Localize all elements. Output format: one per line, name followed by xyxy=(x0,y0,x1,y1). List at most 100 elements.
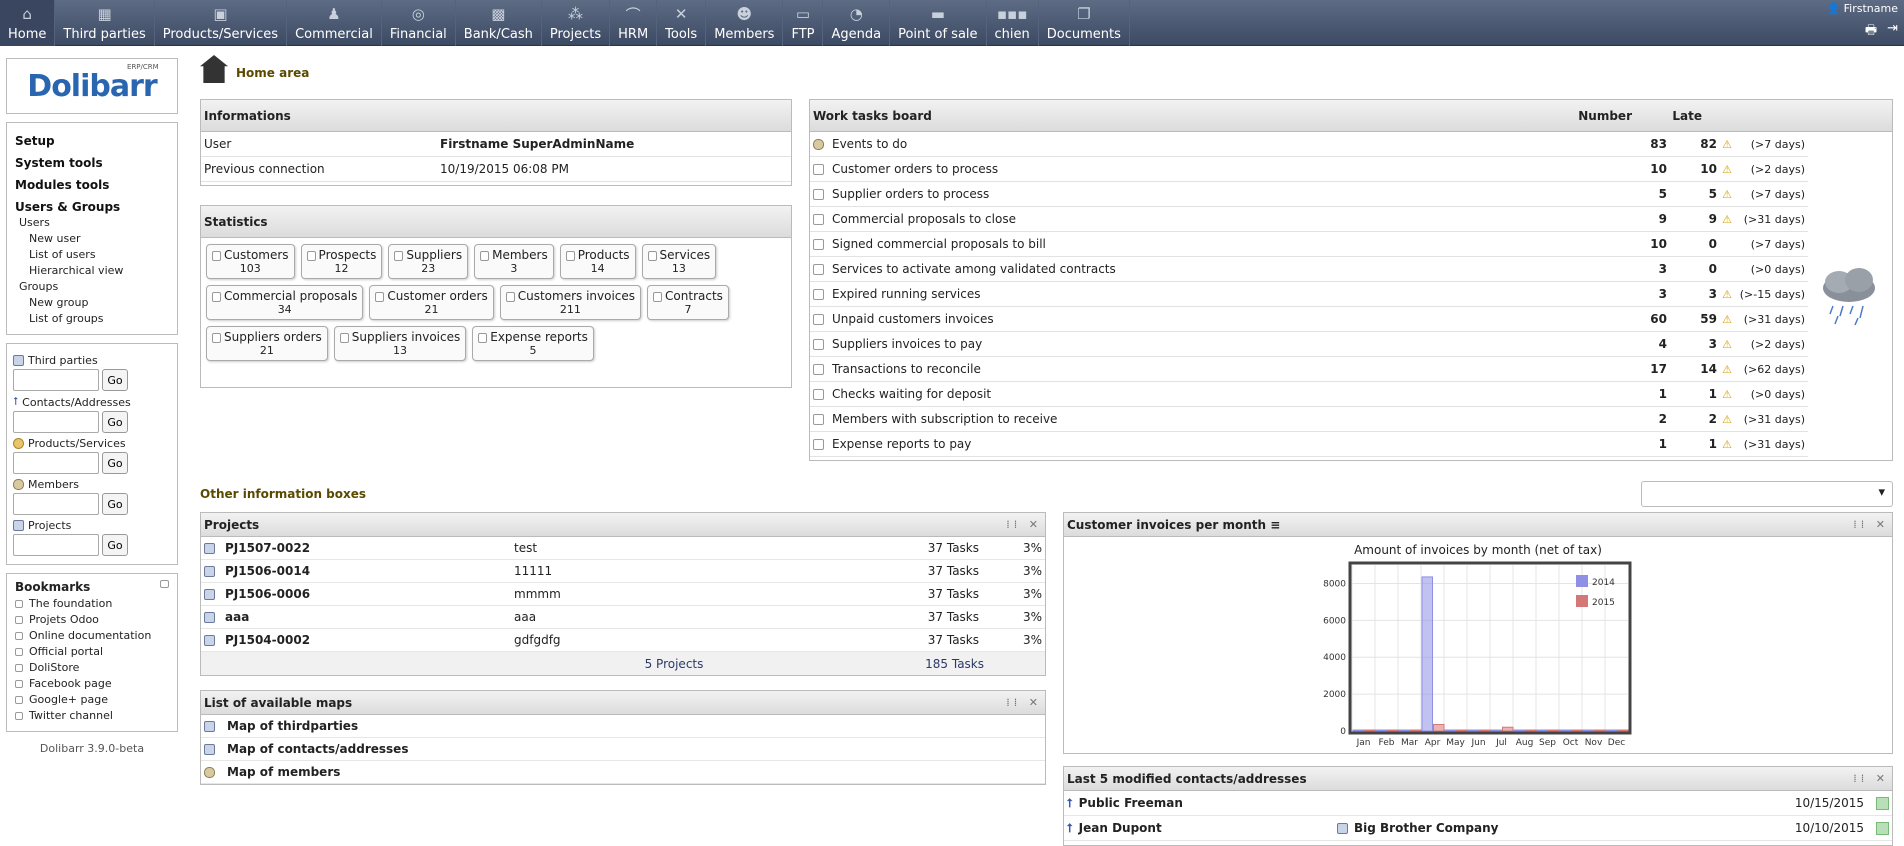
search-contacts-input[interactable] xyxy=(13,411,99,433)
task-label[interactable]: Signed commercial proposals to bill xyxy=(832,237,1046,251)
topmenu-projects[interactable]: ⁂ Projects xyxy=(542,0,611,46)
task-number[interactable]: 60 xyxy=(1607,312,1667,326)
topmenu-members[interactable]: ☻ Members xyxy=(706,0,784,46)
stat-customers-invoices[interactable]: Customers invoices 211 xyxy=(499,285,642,320)
task-number[interactable]: 10 xyxy=(1607,162,1667,176)
task-row[interactable]: Expired running services 3 3 ⚠ (>-15 days) xyxy=(810,282,1808,307)
task-late[interactable]: 5 xyxy=(1667,187,1717,201)
search-third-go[interactable]: Go xyxy=(102,369,128,391)
contact-name[interactable]: Jean Dupont xyxy=(1079,821,1162,835)
menu-setup[interactable]: Setup xyxy=(15,134,169,148)
task-number[interactable]: 3 xyxy=(1607,262,1667,276)
menu-list-groups[interactable]: List of groups xyxy=(15,312,169,325)
menu-users-groups[interactable]: Users & Groups xyxy=(15,200,169,214)
task-late[interactable]: 9 xyxy=(1667,212,1717,226)
bookmarks-title[interactable]: Bookmarks xyxy=(15,580,90,594)
search-contacts-go[interactable]: Go xyxy=(102,411,128,433)
logo-box[interactable]: Dolibarr ERP/CRM xyxy=(6,58,178,114)
task-row[interactable]: Unpaid customers invoices 60 59 ⚠ (>31 days) xyxy=(810,307,1808,332)
task-row[interactable]: Checks waiting for deposit 1 1 ⚠ (>0 days) xyxy=(810,382,1808,407)
project-ref[interactable]: PJ1504-0002 xyxy=(225,633,310,647)
user-value[interactable]: Firstname SuperAdminName xyxy=(440,137,634,151)
contact-company[interactable]: Big Brother Company xyxy=(1354,821,1498,835)
topmenu-products-services[interactable]: ▣ Products/Services xyxy=(155,0,288,46)
task-label[interactable]: Unpaid customers invoices xyxy=(832,312,994,326)
task-row[interactable]: Members with subscription to receive 2 2 ⚠ (… xyxy=(810,407,1808,432)
stat-products[interactable]: Products 14 xyxy=(559,244,636,279)
search-members-go[interactable]: Go xyxy=(102,493,128,515)
task-number[interactable]: 9 xyxy=(1607,212,1667,226)
task-row[interactable]: Events to do 83 82 ⚠ (>7 days) xyxy=(810,132,1808,157)
topmenu-tools[interactable]: ✕ Tools xyxy=(657,0,707,46)
task-label[interactable]: Events to do xyxy=(832,137,907,151)
task-number[interactable]: 1 xyxy=(1607,437,1667,451)
stat-suppliers-orders[interactable]: Suppliers orders 21 xyxy=(206,326,328,361)
menu-new-group[interactable]: New group xyxy=(15,296,169,309)
topmenu-third-parties[interactable]: ▦ Third parties xyxy=(55,0,155,46)
topmenu-agenda[interactable]: ◔ Agenda xyxy=(823,0,891,46)
project-row[interactable]: aaa aaa 37 Tasks 3% xyxy=(201,606,1045,629)
stat-commercial-proposals[interactable]: Commercial proposals 34 xyxy=(206,285,364,320)
stat-customers[interactable]: Customers 103 xyxy=(206,244,295,279)
bookmark-item[interactable]: Online documentation xyxy=(15,629,169,642)
contact-row[interactable]: ⭡ Jean Dupont Big Brother Company 10/10/201… xyxy=(1064,816,1892,841)
map-label[interactable]: Map of thirdparties xyxy=(227,719,358,733)
search-projects-input[interactable] xyxy=(13,534,99,556)
task-row[interactable]: Transactions to reconcile 17 14 ⚠ (>62 days) xyxy=(810,357,1808,382)
stat-expense-reports[interactable]: Expense reports 5 xyxy=(472,326,594,361)
project-ref[interactable]: PJ1507-0022 xyxy=(225,541,310,555)
menu-system-tools[interactable]: System tools xyxy=(15,156,169,170)
task-late[interactable]: 1 xyxy=(1667,437,1717,451)
task-late[interactable]: 1 xyxy=(1667,387,1717,401)
project-row[interactable]: PJ1504-0002 gdfgdfg 37 Tasks 3% xyxy=(201,629,1045,652)
task-row[interactable]: Signed commercial proposals to bill 10 0 (>… xyxy=(810,232,1808,257)
task-number[interactable]: 83 xyxy=(1607,137,1667,151)
topmenu-financial[interactable]: ◎ Financial xyxy=(382,0,456,46)
task-number[interactable]: 3 xyxy=(1607,287,1667,301)
box-controls-icon[interactable]: ⁞⁞ ✕ xyxy=(1006,696,1042,709)
task-number[interactable]: 17 xyxy=(1607,362,1667,376)
map-row[interactable]: Map of contacts/addresses xyxy=(201,738,1045,761)
search-projects-go[interactable]: Go xyxy=(102,534,128,556)
stat-suppliers-invoices[interactable]: Suppliers invoices 13 xyxy=(333,326,467,361)
add-box-select[interactable] xyxy=(1641,481,1893,507)
menu-groups[interactable]: Groups xyxy=(15,280,169,293)
stat-contracts[interactable]: Contracts 7 xyxy=(647,285,729,320)
task-label[interactable]: Members with subscription to receive xyxy=(832,412,1057,426)
bookmark-item[interactable]: Official portal xyxy=(15,645,169,658)
topmenu-documents[interactable]: ❐ Documents xyxy=(1039,0,1130,46)
project-ref[interactable]: PJ1506-0014 xyxy=(225,564,310,578)
task-late[interactable]: 14 xyxy=(1667,362,1717,376)
map-row[interactable]: Map of members xyxy=(201,761,1045,784)
map-label[interactable]: Map of members xyxy=(227,765,340,779)
box-controls-icon[interactable]: ⁞⁞ ✕ xyxy=(1853,518,1889,531)
project-row[interactable]: PJ1507-0022 test 37 Tasks 3% xyxy=(201,537,1045,560)
task-number[interactable]: 10 xyxy=(1607,237,1667,251)
task-late[interactable]: 0 xyxy=(1667,237,1717,251)
logout-icon[interactable]: ⇥ xyxy=(1887,21,1898,43)
map-label[interactable]: Map of contacts/addresses xyxy=(227,742,408,756)
project-row[interactable]: PJ1506-0014 11111 37 Tasks 3% xyxy=(201,560,1045,583)
contact-row[interactable]: ⭡ Public Freeman 10/15/2015 xyxy=(1064,791,1892,816)
box-controls-icon[interactable]: ⁞⁞ ✕ xyxy=(1006,518,1042,531)
task-row[interactable]: Commercial proposals to close 9 9 ⚠ (>31 day… xyxy=(810,207,1808,232)
bookmark-item[interactable]: The foundation xyxy=(15,597,169,610)
task-row[interactable]: Services to activate among validated con… xyxy=(810,257,1808,282)
project-ref[interactable]: PJ1506-0006 xyxy=(225,587,310,601)
stat-services[interactable]: Services 13 xyxy=(641,244,717,279)
map-row[interactable]: Map of thirdparties xyxy=(201,715,1045,738)
contact-name[interactable]: Public Freeman xyxy=(1079,796,1183,810)
bookmark-item[interactable]: Facebook page xyxy=(15,677,169,690)
task-row[interactable]: Supplier orders to process 5 5 ⚠ (>7 days) xyxy=(810,182,1808,207)
filter-icon[interactable]: ≡ xyxy=(1270,518,1280,532)
stat-customer-orders[interactable]: Customer orders 21 xyxy=(369,285,494,320)
task-row[interactable]: Customer orders to process 10 10 ⚠ (>2 days) xyxy=(810,157,1808,182)
topmenu-commercial[interactable]: ♟ Commercial xyxy=(287,0,382,46)
user-name[interactable]: Firstname xyxy=(1844,2,1898,15)
bookmark-add-icon[interactable] xyxy=(160,580,169,588)
topmenu-hrm[interactable]: ⌒ HRM xyxy=(610,0,658,46)
task-label[interactable]: Suppliers invoices to pay xyxy=(832,337,982,351)
project-ref[interactable]: aaa xyxy=(225,610,249,624)
project-row[interactable]: PJ1506-0006 mmmm 37 Tasks 3% xyxy=(201,583,1045,606)
task-late[interactable]: 2 xyxy=(1667,412,1717,426)
